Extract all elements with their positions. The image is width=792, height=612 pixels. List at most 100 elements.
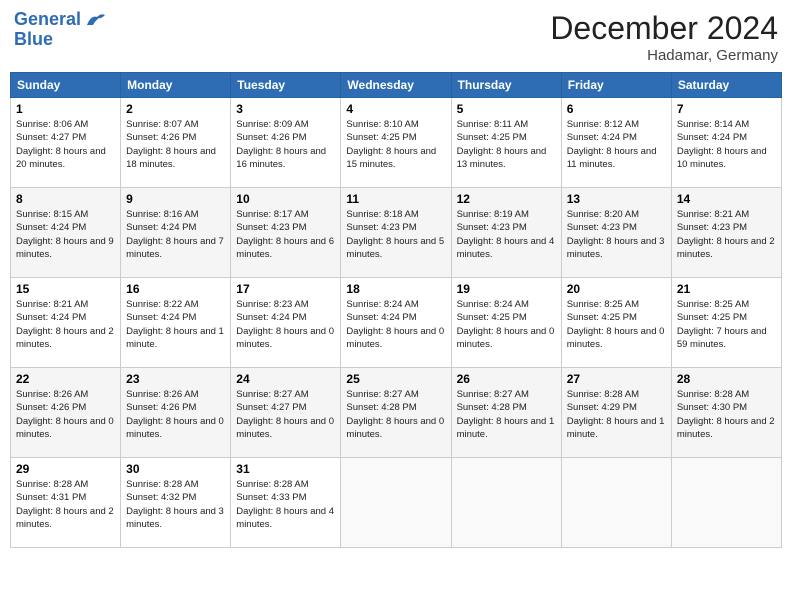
day-info: Sunrise: 8:16 AMSunset: 4:24 PMDaylight:… xyxy=(126,208,225,261)
day-info: Sunrise: 8:15 AMSunset: 4:24 PMDaylight:… xyxy=(16,208,115,261)
calendar-cell: 24 Sunrise: 8:27 AMSunset: 4:27 PMDayligh… xyxy=(231,368,341,458)
day-number: 12 xyxy=(457,192,556,206)
calendar-cell: 13 Sunrise: 8:20 AMSunset: 4:23 PMDayligh… xyxy=(561,188,671,278)
weekday-header-monday: Monday xyxy=(121,73,231,98)
day-info: Sunrise: 8:26 AMSunset: 4:26 PMDaylight:… xyxy=(16,388,115,441)
calendar-cell: 31Sunrise: 8:28 AMSunset: 4:33 PMDayligh… xyxy=(231,458,341,548)
day-number: 24 xyxy=(236,372,335,386)
day-info: Sunrise: 8:12 AMSunset: 4:24 PMDaylight:… xyxy=(567,118,666,171)
calendar-cell xyxy=(561,458,671,548)
calendar-cell: 11 Sunrise: 8:18 AMSunset: 4:23 PMDayligh… xyxy=(341,188,451,278)
logo-text: General xyxy=(14,10,81,30)
calendar-cell xyxy=(451,458,561,548)
day-number: 10 xyxy=(236,192,335,206)
calendar-week-row: 22Sunrise: 8:26 AMSunset: 4:26 PMDayligh… xyxy=(11,368,782,458)
logo-bird-icon xyxy=(85,11,107,29)
day-number: 15 xyxy=(16,282,115,296)
day-info: Sunrise: 8:24 AMSunset: 4:25 PMDaylight:… xyxy=(457,298,556,351)
day-number: 1 xyxy=(16,102,115,116)
calendar-cell: 29 Sunrise: 8:28 AMSunset: 4:31 PMDayligh… xyxy=(11,458,121,548)
calendar-table: SundayMondayTuesdayWednesdayThursdayFrid… xyxy=(10,72,782,548)
day-number: 26 xyxy=(457,372,556,386)
day-info: Sunrise: 8:28 AMSunset: 4:30 PMDaylight:… xyxy=(677,388,776,441)
day-number: 27 xyxy=(567,372,666,386)
day-number: 5 xyxy=(457,102,556,116)
calendar-week-row: 8Sunrise: 8:15 AMSunset: 4:24 PMDaylight… xyxy=(11,188,782,278)
day-number: 9 xyxy=(126,192,225,206)
calendar-cell: 23Sunrise: 8:26 AMSunset: 4:26 PMDayligh… xyxy=(121,368,231,458)
location-subtitle: Hadamar, Germany xyxy=(550,47,778,64)
calendar-cell: 8Sunrise: 8:15 AMSunset: 4:24 PMDaylight… xyxy=(11,188,121,278)
day-info: Sunrise: 8:28 AMSunset: 4:29 PMDaylight:… xyxy=(567,388,666,441)
weekday-header-sunday: Sunday xyxy=(11,73,121,98)
calendar-cell: 12 Sunrise: 8:19 AMSunset: 4:23 PMDayligh… xyxy=(451,188,561,278)
calendar-cell xyxy=(671,458,781,548)
day-number: 13 xyxy=(567,192,666,206)
page-header: General Blue December 2024 Hadamar, Germ… xyxy=(10,10,782,64)
calendar-week-row: 29 Sunrise: 8:28 AMSunset: 4:31 PMDayligh… xyxy=(11,458,782,548)
day-info: Sunrise: 8:10 AMSunset: 4:25 PMDaylight:… xyxy=(346,118,445,171)
day-number: 7 xyxy=(677,102,776,116)
day-info: Sunrise: 8:21 AMSunset: 4:23 PMDaylight:… xyxy=(677,208,776,261)
calendar-cell: 14 Sunrise: 8:21 AMSunset: 4:23 PMDayligh… xyxy=(671,188,781,278)
day-info: Sunrise: 8:27 AMSunset: 4:27 PMDaylight:… xyxy=(236,388,335,441)
day-info: Sunrise: 8:19 AMSunset: 4:23 PMDaylight:… xyxy=(457,208,556,261)
calendar-cell: 30Sunrise: 8:28 AMSunset: 4:32 PMDayligh… xyxy=(121,458,231,548)
title-block: December 2024 Hadamar, Germany xyxy=(550,10,778,64)
day-info: Sunrise: 8:21 AMSunset: 4:24 PMDaylight:… xyxy=(16,298,115,351)
day-number: 14 xyxy=(677,192,776,206)
day-info: Sunrise: 8:27 AMSunset: 4:28 PMDaylight:… xyxy=(346,388,445,441)
calendar-cell: 9 Sunrise: 8:16 AMSunset: 4:24 PMDaylight… xyxy=(121,188,231,278)
calendar-cell: 19 Sunrise: 8:24 AMSunset: 4:25 PMDayligh… xyxy=(451,278,561,368)
calendar-cell: 3Sunrise: 8:09 AMSunset: 4:26 PMDaylight… xyxy=(231,98,341,188)
day-number: 4 xyxy=(346,102,445,116)
day-info: Sunrise: 8:28 AMSunset: 4:33 PMDaylight:… xyxy=(236,478,335,531)
day-info: Sunrise: 8:18 AMSunset: 4:23 PMDaylight:… xyxy=(346,208,445,261)
day-number: 30 xyxy=(126,462,225,476)
day-info: Sunrise: 8:20 AMSunset: 4:23 PMDaylight:… xyxy=(567,208,666,261)
day-info: Sunrise: 8:06 AMSunset: 4:27 PMDaylight:… xyxy=(16,118,115,171)
calendar-cell: 7 Sunrise: 8:14 AMSunset: 4:24 PMDaylight… xyxy=(671,98,781,188)
day-number: 17 xyxy=(236,282,335,296)
calendar-cell: 4 Sunrise: 8:10 AMSunset: 4:25 PMDaylight… xyxy=(341,98,451,188)
calendar-cell: 15 Sunrise: 8:21 AMSunset: 4:24 PMDayligh… xyxy=(11,278,121,368)
calendar-cell: 10Sunrise: 8:17 AMSunset: 4:23 PMDayligh… xyxy=(231,188,341,278)
calendar-cell: 16Sunrise: 8:22 AMSunset: 4:24 PMDayligh… xyxy=(121,278,231,368)
day-number: 20 xyxy=(567,282,666,296)
day-info: Sunrise: 8:14 AMSunset: 4:24 PMDaylight:… xyxy=(677,118,776,171)
day-number: 29 xyxy=(16,462,115,476)
day-info: Sunrise: 8:27 AMSunset: 4:28 PMDaylight:… xyxy=(457,388,556,441)
calendar-cell: 28Sunrise: 8:28 AMSunset: 4:30 PMDayligh… xyxy=(671,368,781,458)
calendar-week-row: 1 Sunrise: 8:06 AMSunset: 4:27 PMDaylight… xyxy=(11,98,782,188)
day-number: 2 xyxy=(126,102,225,116)
calendar-cell: 20 Sunrise: 8:25 AMSunset: 4:25 PMDayligh… xyxy=(561,278,671,368)
calendar-cell xyxy=(341,458,451,548)
calendar-cell: 26 Sunrise: 8:27 AMSunset: 4:28 PMDayligh… xyxy=(451,368,561,458)
calendar-cell: 2Sunrise: 8:07 AMSunset: 4:26 PMDaylight… xyxy=(121,98,231,188)
weekday-header-friday: Friday xyxy=(561,73,671,98)
logo: General Blue xyxy=(14,10,107,50)
calendar-cell: 27 Sunrise: 8:28 AMSunset: 4:29 PMDayligh… xyxy=(561,368,671,458)
day-number: 19 xyxy=(457,282,556,296)
day-info: Sunrise: 8:26 AMSunset: 4:26 PMDaylight:… xyxy=(126,388,225,441)
calendar-cell: 1 Sunrise: 8:06 AMSunset: 4:27 PMDaylight… xyxy=(11,98,121,188)
calendar-header-row: SundayMondayTuesdayWednesdayThursdayFrid… xyxy=(11,73,782,98)
weekday-header-tuesday: Tuesday xyxy=(231,73,341,98)
calendar-cell: 21Sunrise: 8:25 AMSunset: 4:25 PMDayligh… xyxy=(671,278,781,368)
calendar-cell: 25 Sunrise: 8:27 AMSunset: 4:28 PMDayligh… xyxy=(341,368,451,458)
calendar-cell: 5 Sunrise: 8:11 AMSunset: 4:25 PMDaylight… xyxy=(451,98,561,188)
day-info: Sunrise: 8:28 AMSunset: 4:31 PMDaylight:… xyxy=(16,478,115,531)
month-title: December 2024 xyxy=(550,10,778,47)
calendar-cell: 17Sunrise: 8:23 AMSunset: 4:24 PMDayligh… xyxy=(231,278,341,368)
weekday-header-wednesday: Wednesday xyxy=(341,73,451,98)
weekday-header-thursday: Thursday xyxy=(451,73,561,98)
day-info: Sunrise: 8:25 AMSunset: 4:25 PMDaylight:… xyxy=(567,298,666,351)
logo-blue: Blue xyxy=(14,30,53,50)
weekday-header-saturday: Saturday xyxy=(671,73,781,98)
day-number: 25 xyxy=(346,372,445,386)
calendar-cell: 18Sunrise: 8:24 AMSunset: 4:24 PMDayligh… xyxy=(341,278,451,368)
day-number: 11 xyxy=(346,192,445,206)
day-info: Sunrise: 8:24 AMSunset: 4:24 PMDaylight:… xyxy=(346,298,445,351)
calendar-cell: 6Sunrise: 8:12 AMSunset: 4:24 PMDaylight… xyxy=(561,98,671,188)
day-info: Sunrise: 8:11 AMSunset: 4:25 PMDaylight:… xyxy=(457,118,556,171)
